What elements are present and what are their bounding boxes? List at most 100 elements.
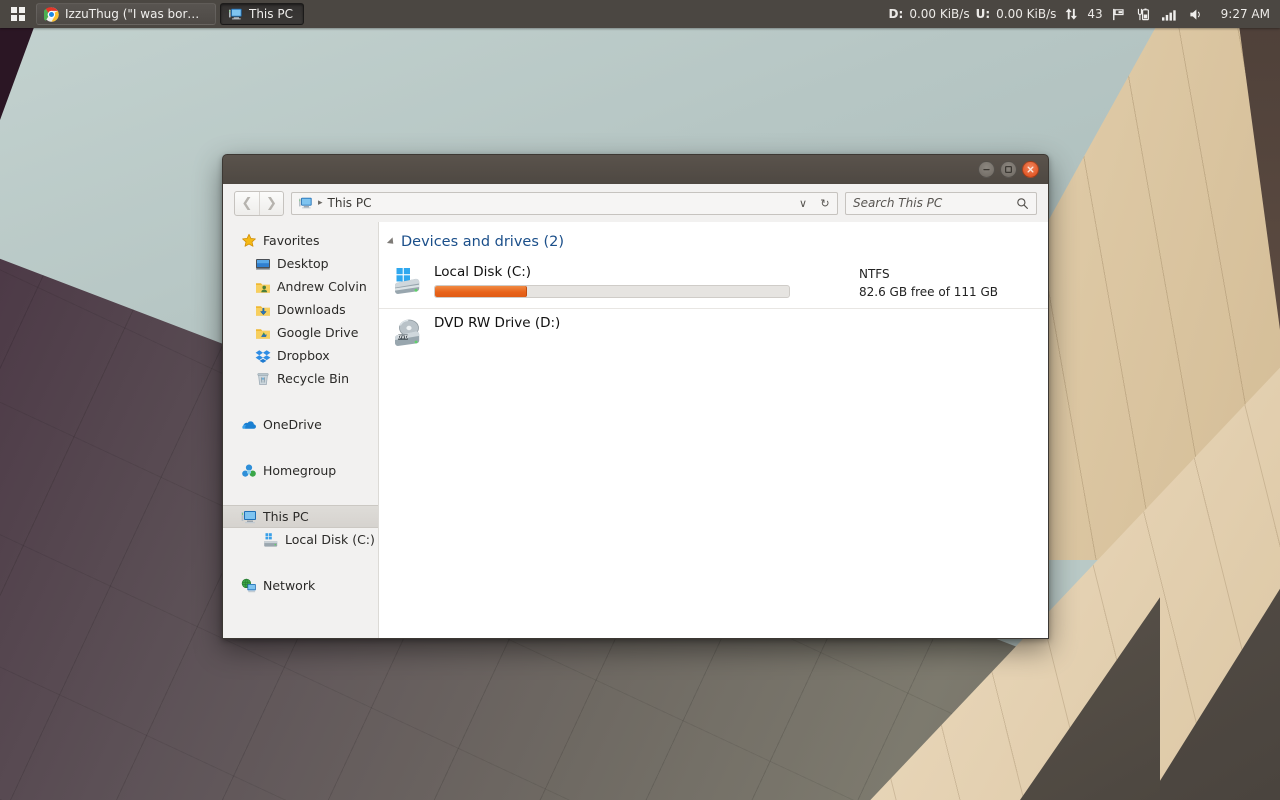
this-pc-icon	[229, 8, 242, 20]
sidebar-item-local-disk-c[interactable]: Local Disk (C:)	[223, 528, 378, 551]
hdd-icon	[264, 532, 278, 547]
breadcrumb[interactable]: ▸ This PC	[298, 196, 790, 210]
sidebar-item-dropbox[interactable]: Dropbox	[223, 344, 378, 367]
section-header-devices-and-drives[interactable]: Devices and drives (2)	[379, 234, 1048, 250]
taskbar-button-label: IzzuThug ("I was born...	[65, 7, 205, 21]
sidebar-item-desktop[interactable]: Desktop	[223, 252, 378, 275]
drive-details	[859, 315, 1034, 317]
section-title: Devices and drives (2)	[401, 234, 565, 250]
sidebar-item-label: This PC	[263, 509, 309, 524]
signal-bars-icon[interactable]	[1156, 7, 1183, 22]
drive-row-dvd-rw-d[interactable]: DVD DVD RW Drive (D:)	[379, 308, 1048, 356]
sidebar-item-label: Homegroup	[263, 463, 337, 478]
svg-text:DVD: DVD	[398, 335, 409, 341]
sidebar-item-homegroup[interactable]: Homegroup	[223, 459, 378, 482]
workspace-indicator[interactable]: 43	[1084, 7, 1105, 21]
address-bar-actions: ∨ ↻	[793, 193, 835, 214]
window-body: ❮ ❯ ▸ This PC ∨ ↻ Search This PC Favorit…	[222, 184, 1049, 639]
clock[interactable]: 9:27 AM	[1209, 7, 1270, 21]
navigation-pane: Favorites Desktop Andrew Colvin Download…	[223, 222, 378, 638]
network-arrows-icon[interactable]	[1059, 7, 1084, 22]
drive-capacity: 82.6 GB free of 111 GB	[859, 285, 998, 299]
dvd-drive-icon: DVD	[395, 319, 420, 346]
taskbar: IzzuThug ("I was born... This PC D: 0.00…	[0, 0, 1280, 28]
tray-upload-label: U:	[975, 7, 991, 21]
sidebar-item-label: OneDrive	[263, 417, 322, 432]
search-icon[interactable]	[1016, 197, 1029, 210]
back-button[interactable]: ❮	[235, 192, 259, 215]
this-pc-icon	[299, 197, 312, 209]
desktop-icon	[256, 258, 270, 270]
sidebar-item-label: Desktop	[277, 256, 329, 271]
sidebar-item-this-pc[interactable]: This PC	[223, 505, 378, 528]
chrome-icon	[44, 6, 59, 22]
drive-usage-bar-fill	[435, 286, 528, 297]
collapse-triangle-icon[interactable]	[386, 237, 397, 247]
drive-info: DVD RW Drive (D:)	[434, 315, 850, 336]
homegroup-icon	[242, 464, 256, 477]
drive-name: DVD RW Drive (D:)	[434, 315, 561, 331]
nav-buttons-group: ❮ ❯	[234, 190, 284, 216]
search-input[interactable]	[853, 196, 1010, 210]
sidebar-item-label: Recycle Bin	[277, 371, 350, 386]
drive-filesystem: NTFS	[859, 267, 890, 281]
breadcrumb-separator-icon: ▸	[318, 198, 323, 208]
chevron-down-icon[interactable]: ∨	[793, 193, 813, 214]
start-button[interactable]	[0, 0, 36, 28]
close-button[interactable]	[1022, 161, 1039, 178]
user-folder-icon	[256, 282, 270, 293]
taskbar-button-this-pc[interactable]: This PC	[220, 3, 304, 25]
navigation-bar: ❮ ❯ ▸ This PC ∨ ↻ Search This PC	[223, 184, 1048, 222]
tray-download-rate: 0.00 KiB/s	[909, 7, 970, 21]
sidebar-item-label: Downloads	[277, 302, 346, 317]
sidebar-item-favorites[interactable]: Favorites	[223, 229, 378, 252]
search-box[interactable]	[845, 191, 1037, 215]
sidebar-item-label: Andrew Colvin	[277, 279, 367, 294]
tray-upload-rate: 0.00 KiB/s	[996, 7, 1057, 21]
content-pane: Devices and drives (2) Local Disk (C:) N…	[378, 222, 1048, 638]
dropbox-icon	[255, 349, 271, 363]
sidebar-item-label: Local Disk (C:)	[285, 532, 375, 547]
onedrive-icon	[242, 420, 256, 429]
taskbar-button-chrome[interactable]: IzzuThug ("I was born...	[36, 3, 216, 25]
drive-name: Local Disk (C:)	[434, 264, 532, 280]
windows-logo-icon	[11, 7, 25, 21]
star-icon	[242, 233, 256, 247]
sidebar-item-recycle-bin[interactable]: Recycle Bin	[223, 367, 378, 390]
taskbar-button-label: This PC	[249, 7, 293, 21]
sidebar-item-network[interactable]: Network	[223, 574, 378, 597]
sidebar-item-label: Favorites	[263, 233, 320, 248]
sidebar-item-label: Dropbox	[277, 348, 330, 363]
drive-usage-bar	[434, 285, 790, 298]
explorer-split: Favorites Desktop Andrew Colvin Download…	[223, 222, 1048, 638]
breadcrumb-item-this-pc[interactable]: This PC	[328, 196, 372, 210]
address-bar[interactable]: ▸ This PC ∨ ↻	[291, 191, 838, 215]
sidebar-item-onedrive[interactable]: OneDrive	[223, 413, 378, 436]
window-titlebar[interactable]	[222, 154, 1049, 184]
sidebar-item-downloads[interactable]: Downloads	[223, 298, 378, 321]
flag-icon[interactable]	[1106, 7, 1131, 22]
windows-drive-icon	[395, 268, 420, 294]
recycle-bin-icon	[257, 372, 269, 385]
tray-download-label: D:	[888, 7, 904, 21]
sidebar-item-label: Network	[263, 578, 316, 593]
battery-icon[interactable]	[1131, 7, 1156, 22]
forward-button[interactable]: ❯	[259, 191, 283, 215]
sidebar-item-andrew-colvin[interactable]: Andrew Colvin	[223, 275, 378, 298]
this-pc-icon	[241, 510, 256, 523]
refresh-icon[interactable]: ↻	[815, 193, 835, 214]
volume-icon[interactable]	[1183, 7, 1209, 22]
system-tray: D: 0.00 KiB/s U: 0.00 KiB/s 43 9:27 AM	[886, 7, 1280, 22]
minimize-button[interactable]	[978, 161, 995, 178]
maximize-button[interactable]	[1000, 161, 1017, 178]
drive-details: NTFS 82.6 GB free of 111 GB	[859, 264, 1034, 301]
gdrive-folder-icon	[256, 328, 270, 339]
sidebar-item-label: Google Drive	[277, 325, 359, 340]
drive-info: Local Disk (C:)	[434, 264, 850, 298]
drive-row-local-disk-c[interactable]: Local Disk (C:) NTFS 82.6 GB free of 111…	[379, 258, 1048, 308]
sidebar-item-google-drive[interactable]: Google Drive	[223, 321, 378, 344]
